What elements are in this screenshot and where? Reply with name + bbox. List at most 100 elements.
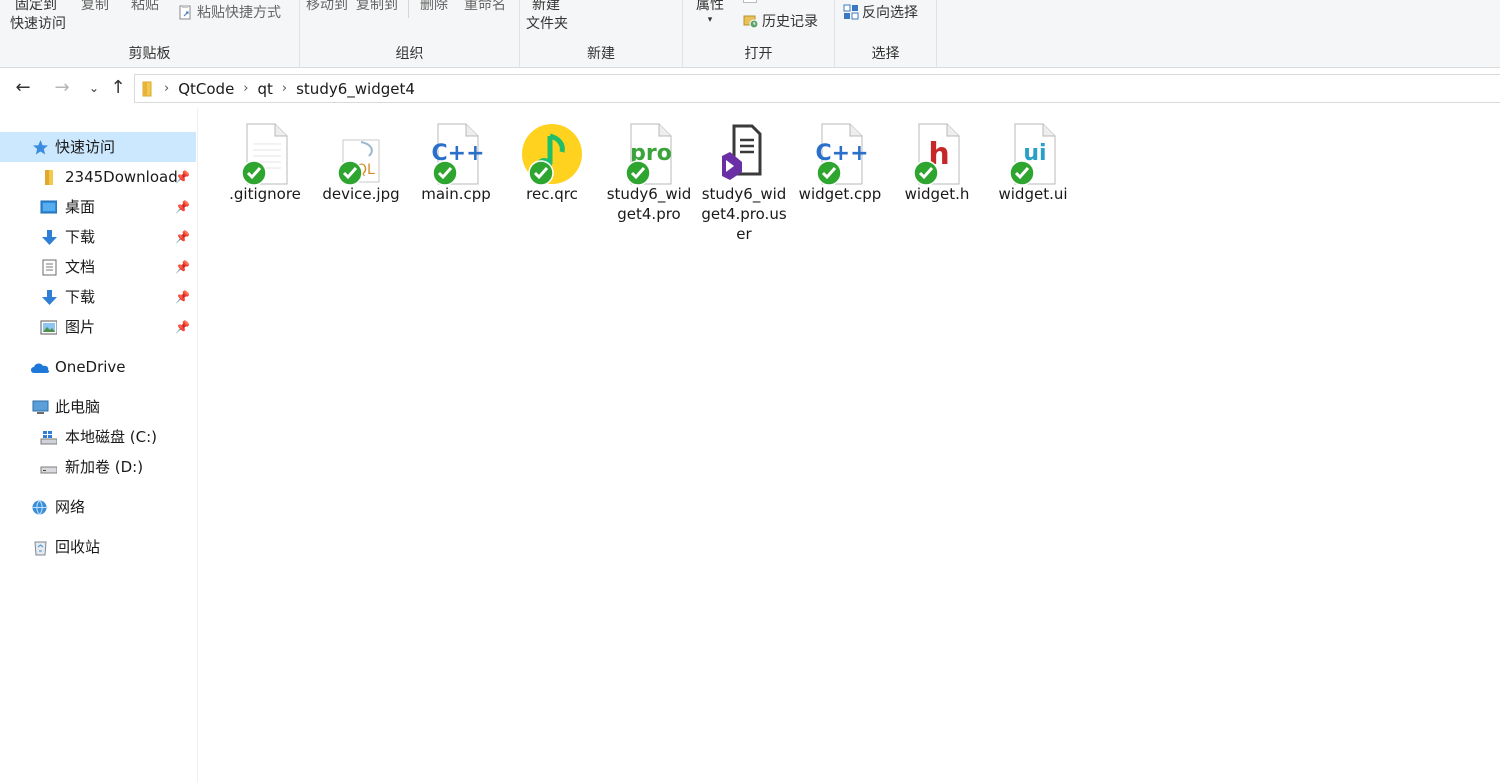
drive-c-icon xyxy=(40,431,57,445)
ribbon: 固定到 快速访问 复制 粘贴 粘贴快捷方式 剪贴板 移动到 复制到 删除 重命名… xyxy=(0,0,1500,68)
breadcrumb-separator-icon[interactable]: › xyxy=(277,81,292,96)
check-badge-icon xyxy=(528,160,554,186)
sidebar-label: 此电脑 xyxy=(55,398,101,416)
file-item-widget-cpp[interactable]: C++ widget.cpp xyxy=(794,122,886,204)
sidebar-item-pictures[interactable]: 图片 📌 xyxy=(0,312,196,342)
sidebar-label: 回收站 xyxy=(55,538,101,556)
sidebar-item-network[interactable]: 网络 xyxy=(0,492,196,522)
navigation-bar: ← → ⌄ ↑ › QtCode › qt › study6_widget4 xyxy=(0,68,1500,108)
history-button[interactable]: 历史记录 xyxy=(743,13,818,32)
sidebar-item-drive-d[interactable]: 新加卷 (D:) xyxy=(0,452,196,482)
pin-icon[interactable]: 📌 xyxy=(175,312,190,342)
paste-shortcut-button[interactable]: 粘贴快捷方式 xyxy=(178,4,281,23)
sidebar-item-downloads[interactable]: 下载 📌 xyxy=(0,222,196,252)
pin-icon[interactable]: 📌 xyxy=(175,162,190,192)
breadcrumb-separator-icon[interactable]: › xyxy=(238,81,253,96)
breadcrumb-current-folder[interactable]: study6_widget4 xyxy=(292,80,419,98)
new-folder-label-2: 文件夹 xyxy=(526,16,568,32)
invert-selection-button[interactable]: 反向选择 xyxy=(843,4,918,23)
group-label-new: 新建 xyxy=(587,46,615,62)
check-badge-icon xyxy=(241,160,267,186)
sidebar-item-documents[interactable]: 文档 📌 xyxy=(0,252,196,282)
pin-icon[interactable]: 📌 xyxy=(175,282,190,312)
breadcrumb-separator-icon[interactable]: › xyxy=(159,81,174,96)
pin-quick-access-button[interactable]: 固定到 快速访问 xyxy=(10,0,66,34)
group-label-open: 打开 xyxy=(744,46,773,62)
file-item-widget-ui[interactable]: ui widget.ui xyxy=(987,122,1079,204)
sidebar-item-onedrive[interactable]: OneDrive xyxy=(0,352,196,382)
sidebar-item-2345download[interactable]: 2345Download 📌 xyxy=(0,162,196,192)
new-folder-button[interactable]: 新建 文件夹 xyxy=(526,0,568,34)
move-to-button[interactable]: 移动到 xyxy=(306,0,348,15)
check-badge-icon xyxy=(432,160,458,186)
arrow-up-icon: ↑ xyxy=(110,77,126,98)
visual-studio-file-icon xyxy=(712,122,776,186)
chevron-down-icon: ▾ xyxy=(707,15,713,25)
sidebar-item-desktop[interactable]: 桌面 📌 xyxy=(0,192,196,222)
file-item-main-cpp[interactable]: C++ main.cpp xyxy=(410,122,502,204)
sidebar-label: 图片 xyxy=(65,318,96,336)
ribbon-group-clipboard: 固定到 快速访问 复制 粘贴 粘贴快捷方式 剪贴板 xyxy=(0,0,300,67)
ribbon-group-select: 反向选择 选择 xyxy=(835,0,937,67)
file-name: widget.ui xyxy=(998,185,1068,203)
check-badge-icon xyxy=(625,160,651,186)
sidebar-label: 桌面 xyxy=(65,198,96,216)
rename-button[interactable]: 重命名 xyxy=(464,0,506,15)
address-bar[interactable]: › QtCode › qt › study6_widget4 xyxy=(134,74,1500,103)
sidebar-item-quick-access[interactable]: 快速访问 xyxy=(0,132,196,162)
arrow-left-icon: ← xyxy=(15,77,31,98)
history-icon xyxy=(743,15,759,29)
ribbon-group-organize: 移动到 复制到 删除 重命名 组织 xyxy=(300,0,520,67)
copy-to-button[interactable]: 复制到 xyxy=(356,0,398,15)
header-file-icon: h xyxy=(905,122,969,186)
cloud-icon xyxy=(31,363,50,373)
sidebar-label: 下载 xyxy=(65,228,96,246)
download-icon xyxy=(42,230,57,245)
file-item-study6-widget4-pro[interactable]: pro study6_widget4.pro xyxy=(603,122,695,224)
sidebar-item-this-pc[interactable]: 此电脑 xyxy=(0,392,196,422)
file-name: widget.cpp xyxy=(798,185,882,203)
group-label-organize: 组织 xyxy=(395,46,424,62)
document-icon xyxy=(42,259,57,276)
file-item-rec-qrc[interactable]: rec.qrc xyxy=(506,122,598,204)
sidebar-item-recycle-bin[interactable]: 回收站 xyxy=(0,532,196,562)
recent-locations-button[interactable]: ⌄ xyxy=(82,76,106,100)
folder-icon xyxy=(45,170,53,185)
properties-button[interactable]: 属性 ▾ xyxy=(696,0,724,25)
forward-button[interactable]: → xyxy=(50,76,74,100)
copy-button[interactable]: 复制 xyxy=(81,0,109,15)
pin-icon[interactable]: 📌 xyxy=(175,252,190,282)
group-label-select: 选择 xyxy=(871,46,900,62)
sidebar-item-drive-c[interactable]: 本地磁盘 (C:) xyxy=(0,422,196,452)
paste-button[interactable]: 粘贴 xyxy=(131,0,159,15)
breadcrumb-qtcode[interactable]: QtCode xyxy=(174,80,238,98)
ribbon-group-new: 新建 文件夹 新建 xyxy=(520,0,683,67)
cpp-file-icon: C++ xyxy=(808,122,872,186)
pin-icon[interactable]: 📌 xyxy=(175,222,190,252)
sidebar-item-downloads-2[interactable]: 下载 📌 xyxy=(0,282,196,312)
file-item-study6-widget4-pro-user[interactable]: study6_widget4.pro.user xyxy=(698,122,790,244)
file-item-widget-h[interactable]: h widget.h xyxy=(891,122,983,204)
back-button[interactable]: ← xyxy=(11,76,35,100)
check-badge-icon xyxy=(816,160,842,186)
history-label: 历史记录 xyxy=(762,14,818,30)
group-label-clipboard: 剪贴板 xyxy=(128,46,171,62)
delete-button[interactable]: 删除 xyxy=(420,0,448,15)
file-name: widget.h xyxy=(904,185,970,203)
properties-label: 属性 xyxy=(696,0,724,13)
breadcrumb-qt[interactable]: qt xyxy=(254,80,277,98)
pin-icon[interactable]: 📌 xyxy=(175,192,190,222)
up-button[interactable]: ↑ xyxy=(106,76,130,100)
sidebar-label: 本地磁盘 (C:) xyxy=(65,428,157,446)
ui-file-icon: ui xyxy=(1001,122,1065,186)
star-icon xyxy=(33,140,48,155)
drive-d-icon xyxy=(40,466,57,474)
file-item-device-jpg[interactable]: SQL device.jpg xyxy=(315,122,407,204)
organize-divider xyxy=(408,0,409,18)
blank-file-icon xyxy=(233,122,297,186)
file-name: study6_widget4.pro xyxy=(606,185,692,223)
file-item-gitignore[interactable]: .gitignore xyxy=(219,122,311,204)
folder-icon xyxy=(142,81,152,96)
sidebar-label: 网络 xyxy=(55,498,86,516)
arrow-right-icon: → xyxy=(54,77,70,98)
